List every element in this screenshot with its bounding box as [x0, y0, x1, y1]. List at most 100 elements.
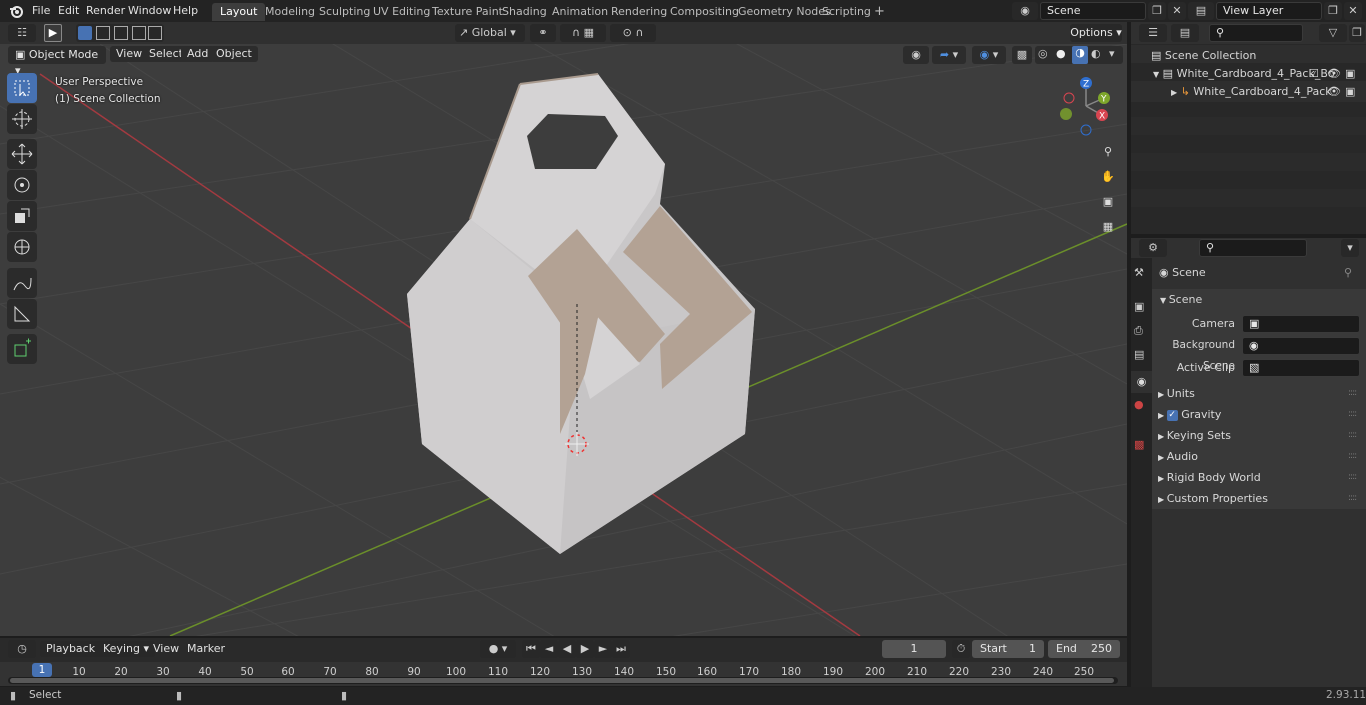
menu-help[interactable]: Help: [167, 3, 204, 19]
new-view-layer-icon[interactable]: ❐: [1324, 2, 1342, 20]
play-icon[interactable]: ▶: [576, 640, 594, 658]
scale-tool-icon[interactable]: [7, 201, 37, 231]
pivot-point-icon[interactable]: ⚭: [530, 24, 556, 42]
output-properties-icon[interactable]: ⎙: [1134, 324, 1143, 338]
material-preview-icon[interactable]: ◑: [1072, 46, 1088, 64]
world-properties-icon[interactable]: ●: [1134, 398, 1144, 411]
section-rigid-body-world[interactable]: ▶ Rigid Body World::::: [1152, 467, 1366, 488]
outliner-item-object[interactable]: ▶ ↳ White_Cardboard_4_Pack 👁 ▣: [1131, 81, 1366, 102]
mode-intersect-icon[interactable]: [148, 26, 162, 40]
end-frame-field[interactable]: End 250: [1048, 640, 1120, 658]
camera-field[interactable]: ▣: [1242, 315, 1360, 333]
drag-handle-icon[interactable]: ::::: [1348, 488, 1357, 509]
timeline-menu-view[interactable]: View: [147, 641, 185, 657]
section-gravity[interactable]: ▶ ✓ Gravity::::: [1152, 404, 1366, 425]
select-tool-icon[interactable]: ▶: [44, 24, 62, 42]
scene-name-field[interactable]: Scene: [1040, 2, 1146, 20]
visibility-eye-icon[interactable]: 👁: [1327, 81, 1341, 102]
add-workspace-button[interactable]: +: [866, 3, 893, 21]
scene-properties-icon[interactable]: ◉: [1131, 371, 1152, 393]
move-tool-icon[interactable]: [7, 139, 37, 169]
playhead-frame[interactable]: 1: [32, 663, 52, 677]
mode-invert-icon[interactable]: [132, 26, 146, 40]
render-properties-icon[interactable]: ▣: [1134, 300, 1144, 313]
transform-tool-icon[interactable]: [7, 232, 37, 262]
properties-options-icon[interactable]: ▾: [1341, 239, 1359, 257]
start-frame-field[interactable]: Start 1: [972, 640, 1044, 658]
pan-hand-icon[interactable]: ✋: [1097, 166, 1119, 188]
overlays-toggle-icon[interactable]: ◉ ▾: [972, 46, 1006, 64]
options-dropdown[interactable]: Options ▾: [1070, 24, 1122, 42]
section-custom-properties[interactable]: ▶ Custom Properties::::: [1152, 488, 1366, 509]
jump-start-icon[interactable]: ⏮: [522, 640, 540, 658]
render-camera-icon[interactable]: ▣: [1345, 81, 1355, 102]
cursor-tool-icon[interactable]: [7, 104, 37, 134]
blender-logo-icon[interactable]: [8, 3, 24, 19]
rotate-tool-icon[interactable]: [7, 170, 37, 200]
current-frame-field[interactable]: 1: [882, 640, 946, 658]
timeline-menu-marker[interactable]: Marker: [181, 641, 231, 657]
timeline-scrollbar[interactable]: [8, 677, 1118, 684]
transform-orientation-dropdown[interactable]: ↗ Global ▾: [455, 24, 525, 42]
preview-range-icon[interactable]: ⏱: [952, 640, 970, 658]
scene-panel-header[interactable]: ▼ Scene: [1152, 289, 1366, 310]
outliner-search-input[interactable]: ⚲: [1209, 24, 1303, 42]
snapping-icon[interactable]: ∩ ▦: [560, 24, 606, 42]
active-clip-field[interactable]: ▧: [1242, 359, 1360, 377]
perspective-toggle-icon[interactable]: ▦: [1097, 216, 1119, 238]
scene-selector-icon[interactable]: ◉: [1012, 2, 1038, 20]
delete-view-layer-icon[interactable]: ✕: [1344, 2, 1362, 20]
jump-end-icon[interactable]: ⏭: [612, 640, 630, 658]
section-keying-sets[interactable]: ▶ Keying Sets::::: [1152, 425, 1366, 446]
pin-icon[interactable]: ⚲: [1344, 266, 1352, 279]
xray-toggle-icon[interactable]: ▩: [1012, 46, 1032, 64]
play-reverse-icon[interactable]: ◀: [558, 640, 576, 658]
visibility-icon[interactable]: ◉: [903, 46, 929, 64]
drag-handle-icon[interactable]: ::::: [1348, 467, 1357, 488]
shading-options-icon[interactable]: ▾: [1109, 47, 1115, 60]
scrollbar-thumb[interactable]: [10, 678, 1114, 683]
editor-type-icon[interactable]: ☷: [8, 24, 36, 42]
object-mode-dropdown[interactable]: ▣ Object Mode ▾: [8, 46, 106, 77]
view-layer-field[interactable]: View Layer: [1216, 2, 1322, 20]
drag-handle-icon[interactable]: ::::: [1348, 425, 1357, 446]
select-box-tool[interactable]: [7, 73, 37, 103]
drag-handle-icon[interactable]: ::::: [1348, 404, 1357, 425]
section-units[interactable]: ▶ Units::::: [1152, 383, 1366, 404]
next-keyframe-icon[interactable]: ►: [594, 640, 612, 658]
timeline-editor-icon[interactable]: ◷: [8, 640, 36, 658]
view-layer-icon[interactable]: ▤: [1188, 2, 1214, 20]
record-icon[interactable]: ● ▾: [480, 640, 516, 658]
outliner-editor-icon[interactable]: ☰: [1139, 24, 1167, 42]
proportional-editing-icon[interactable]: ⊙ ∩: [610, 24, 656, 42]
viewport-menu-object[interactable]: Object: [210, 46, 258, 62]
wireframe-shading-icon[interactable]: ◎: [1038, 47, 1048, 60]
properties-editor-icon[interactable]: ⚙: [1139, 239, 1167, 257]
new-collection-icon[interactable]: ❐: [1349, 24, 1365, 42]
mode-extend-icon[interactable]: [96, 26, 110, 40]
3d-viewport[interactable]: [0, 44, 1127, 636]
mode-subtract-icon[interactable]: [114, 26, 128, 40]
properties-search-input[interactable]: ⚲: [1199, 239, 1307, 257]
solid-shading-icon[interactable]: ●: [1056, 47, 1066, 60]
expand-arrow-icon[interactable]: ▶: [1171, 88, 1177, 97]
section-audio[interactable]: ▶ Audio::::: [1152, 446, 1366, 467]
new-scene-icon[interactable]: ❐: [1148, 2, 1166, 20]
background-scene-field[interactable]: ◉: [1242, 337, 1360, 355]
delete-scene-icon[interactable]: ✕: [1168, 2, 1186, 20]
filter-icon[interactable]: ▽: [1319, 24, 1347, 42]
gravity-checkbox[interactable]: ✓: [1166, 409, 1178, 421]
drag-handle-icon[interactable]: ::::: [1348, 383, 1357, 404]
drag-handle-icon[interactable]: ::::: [1348, 446, 1357, 467]
prev-keyframe-icon[interactable]: ◄: [540, 640, 558, 658]
display-mode-icon[interactable]: ▤: [1171, 24, 1199, 42]
measure-tool-icon[interactable]: [7, 299, 37, 329]
expand-arrow-icon[interactable]: ▼: [1153, 70, 1159, 79]
add-cube-tool-icon[interactable]: [7, 334, 37, 364]
gizmo-toggle-icon[interactable]: ➦ ▾: [932, 46, 966, 64]
texture-properties-icon[interactable]: ▩: [1134, 438, 1144, 451]
rendered-shading-icon[interactable]: ◐: [1091, 47, 1101, 60]
navigation-gizmo[interactable]: Z Y X: [1056, 74, 1116, 138]
camera-view-icon[interactable]: ▣: [1097, 191, 1119, 213]
annotate-tool-icon[interactable]: [7, 268, 37, 298]
